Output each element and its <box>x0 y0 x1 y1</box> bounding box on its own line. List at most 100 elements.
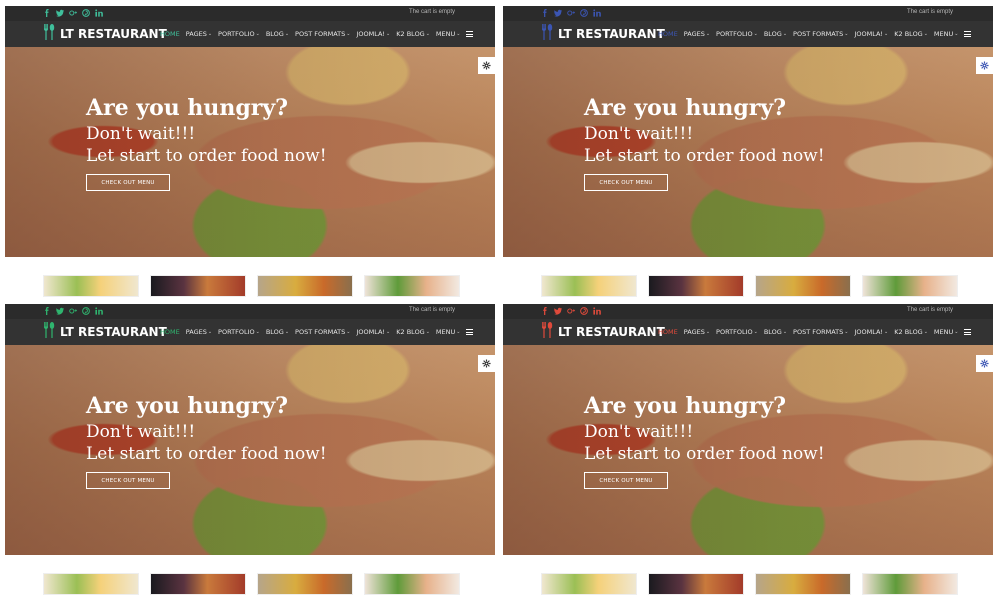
menu-item-post-formats[interactable]: POST FORMATS ⌄ <box>793 328 848 336</box>
settings-button[interactable] <box>976 57 993 74</box>
menu-item-blog[interactable]: BLOG ⌄ <box>764 30 787 38</box>
site-logo[interactable]: LT RESTAURANT <box>541 321 665 343</box>
twitter-icon[interactable] <box>554 307 562 315</box>
menu-item-label: BLOG <box>265 30 284 38</box>
menu-item-portfolio[interactable]: PORTFOLIO ⌄ <box>716 328 758 336</box>
menu-item-k2-blog[interactable]: K2 BLOG ⌄ <box>396 328 430 336</box>
site-logo[interactable]: LT RESTAURANT <box>541 23 665 42</box>
food-thumbnail[interactable] <box>541 275 637 297</box>
menu-item-blog[interactable]: BLOG ⌄ <box>266 30 289 38</box>
hero-title: Are you hungry? <box>584 393 787 419</box>
facebook-icon[interactable] <box>541 307 549 315</box>
menu-item-portfolio[interactable]: PORTFOLIO ⌄ <box>218 328 260 336</box>
check-out-menu-button[interactable]: CHECK OUT MENU <box>584 174 668 191</box>
cart-status[interactable]: The cart is empty <box>907 307 953 313</box>
google-plus-icon[interactable] <box>69 307 77 315</box>
site-logo[interactable]: LT RESTAURANT <box>43 23 167 42</box>
pinterest-icon[interactable] <box>82 9 90 17</box>
food-thumbnail[interactable] <box>364 573 460 595</box>
menu-item-label: POST FORMATS <box>295 30 346 38</box>
hamburger-icon[interactable] <box>964 31 972 37</box>
food-thumbnail[interactable] <box>862 573 958 595</box>
food-thumbnail[interactable] <box>150 275 246 297</box>
food-thumbnail[interactable] <box>755 573 851 595</box>
twitter-icon[interactable] <box>56 307 64 315</box>
food-thumbnail[interactable] <box>541 573 637 595</box>
chevron-down-icon: ⌄ <box>207 329 213 335</box>
menu-item-label: POST FORMATS <box>793 30 844 38</box>
facebook-icon[interactable] <box>43 307 51 315</box>
menu-item-joomla[interactable]: JOOMLA! ⌄ <box>356 328 390 336</box>
menu-item-post-formats[interactable]: POST FORMATS ⌄ <box>793 30 848 38</box>
menu-item-pages[interactable]: PAGES ⌄ <box>684 30 710 38</box>
menu-item-home[interactable]: HOME <box>160 328 180 336</box>
hamburger-icon[interactable] <box>466 329 474 335</box>
food-thumbnail[interactable] <box>364 275 460 297</box>
menu-item-blog[interactable]: BLOG ⌄ <box>764 328 787 336</box>
menu-item-post-formats[interactable]: POST FORMATS ⌄ <box>295 30 350 38</box>
food-thumbnail[interactable] <box>862 275 958 297</box>
menu-item-joomla[interactable]: JOOMLA! ⌄ <box>854 30 888 38</box>
google-plus-icon[interactable] <box>69 9 77 17</box>
menu-item-menu[interactable]: MENU ⌄ <box>934 328 959 336</box>
site-logo[interactable]: LT RESTAURANT <box>43 321 167 343</box>
chevron-down-icon: ⌄ <box>425 31 430 37</box>
menu-item-menu[interactable]: MENU ⌄ <box>934 30 959 38</box>
menu-item-home[interactable]: HOME <box>160 30 180 38</box>
twitter-icon[interactable] <box>56 9 64 17</box>
menu-item-k2-blog[interactable]: K2 BLOG ⌄ <box>894 30 928 38</box>
settings-button[interactable] <box>976 355 993 372</box>
cart-status[interactable]: The cart is empty <box>409 307 455 313</box>
pinterest-icon[interactable] <box>580 9 588 17</box>
menu-item-pages[interactable]: PAGES ⌄ <box>684 328 710 336</box>
google-plus-icon[interactable] <box>567 9 575 17</box>
hamburger-icon[interactable] <box>466 31 474 37</box>
menu-item-menu[interactable]: MENU ⌄ <box>436 328 461 336</box>
linkedin-icon[interactable] <box>593 9 601 17</box>
menu-item-k2-blog[interactable]: K2 BLOG ⌄ <box>396 30 430 38</box>
menu-item-home[interactable]: HOME <box>658 328 678 336</box>
food-thumbnail[interactable] <box>257 573 353 595</box>
menu-item-label: HOME <box>160 328 180 336</box>
check-out-menu-button[interactable]: CHECK OUT MENU <box>584 472 668 489</box>
menu-item-joomla[interactable]: JOOMLA! ⌄ <box>854 328 888 336</box>
menu-item-menu[interactable]: MENU ⌄ <box>436 30 461 38</box>
hero-title: Are you hungry? <box>584 95 787 121</box>
hamburger-icon[interactable] <box>964 329 972 335</box>
food-thumbnail[interactable] <box>257 275 353 297</box>
pinterest-icon[interactable] <box>82 307 90 315</box>
cart-status[interactable]: The cart is empty <box>409 9 455 15</box>
chevron-down-icon: ⌄ <box>923 329 928 335</box>
pinterest-icon[interactable] <box>580 307 588 315</box>
twitter-icon[interactable] <box>554 9 562 17</box>
social-links <box>43 307 103 315</box>
food-thumbnail[interactable] <box>755 275 851 297</box>
food-thumbnail[interactable] <box>43 275 139 297</box>
fork-spoon-icon <box>43 321 55 343</box>
menu-item-portfolio[interactable]: PORTFOLIO ⌄ <box>716 30 758 38</box>
menu-item-home[interactable]: HOME <box>658 30 678 38</box>
food-thumbnail[interactable] <box>648 573 744 595</box>
menu-item-joomla[interactable]: JOOMLA! ⌄ <box>356 30 390 38</box>
menu-item-portfolio[interactable]: PORTFOLIO ⌄ <box>218 30 260 38</box>
menu-item-pages[interactable]: PAGES ⌄ <box>186 30 212 38</box>
linkedin-icon[interactable] <box>95 307 103 315</box>
facebook-icon[interactable] <box>43 9 51 17</box>
check-out-menu-button[interactable]: CHECK OUT MENU <box>86 472 170 489</box>
facebook-icon[interactable] <box>541 9 549 17</box>
settings-button[interactable] <box>478 355 495 372</box>
menu-item-post-formats[interactable]: POST FORMATS ⌄ <box>295 328 350 336</box>
food-thumbnail[interactable] <box>43 573 139 595</box>
linkedin-icon[interactable] <box>95 9 103 17</box>
menu-item-pages[interactable]: PAGES ⌄ <box>186 328 212 336</box>
food-thumbnail[interactable] <box>648 275 744 297</box>
fork-spoon-icon <box>541 321 553 343</box>
food-thumbnail[interactable] <box>150 573 246 595</box>
settings-button[interactable] <box>478 57 495 74</box>
menu-item-k2-blog[interactable]: K2 BLOG ⌄ <box>894 328 928 336</box>
google-plus-icon[interactable] <box>567 307 575 315</box>
check-out-menu-button[interactable]: CHECK OUT MENU <box>86 174 170 191</box>
menu-item-blog[interactable]: BLOG ⌄ <box>266 328 289 336</box>
cart-status[interactable]: The cart is empty <box>907 9 953 15</box>
linkedin-icon[interactable] <box>593 307 601 315</box>
